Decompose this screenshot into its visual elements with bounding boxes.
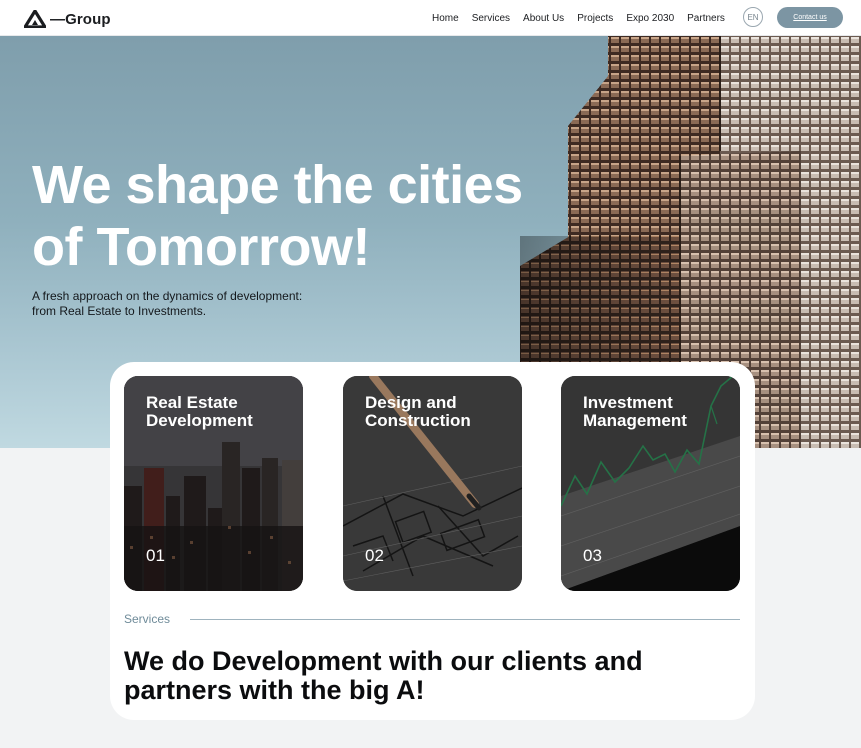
hero-title-line-2: of Tomorrow! bbox=[32, 217, 370, 277]
nav-services[interactable]: Services bbox=[472, 13, 510, 24]
contact-us-button[interactable]: Contact us bbox=[777, 7, 843, 28]
hero-title: We shape the cities of Tomorrow! bbox=[32, 154, 572, 278]
services-headline: We do Development with our clients and p… bbox=[124, 647, 724, 705]
site-header: —Group Home Services About Us Projects E… bbox=[0, 0, 861, 36]
hero-subtitle-line-1: A fresh approach on the dynamics of deve… bbox=[32, 289, 303, 303]
service-card-design-construction[interactable]: Design and Construction 02 bbox=[343, 376, 522, 591]
service-card-real-estate[interactable]: Real Estate Development 01 bbox=[124, 376, 303, 591]
card-title: Design and Construction bbox=[365, 394, 515, 430]
hero-subtitle: A fresh approach on the dynamics of deve… bbox=[32, 289, 372, 319]
services-headline-line-2: partners with the big A! bbox=[124, 675, 425, 705]
main-nav: Home Services About Us Projects Expo 203… bbox=[432, 0, 738, 36]
hero-subtitle-line-2: from Real Estate to Investments. bbox=[32, 304, 207, 318]
card-number: 03 bbox=[583, 546, 602, 565]
card-title-line-1: Real Estate bbox=[146, 393, 238, 412]
nav-about-us[interactable]: About Us bbox=[523, 13, 564, 24]
card-title-line-2: Development bbox=[146, 411, 253, 430]
services-panel: Real Estate Development 01 Design and Co… bbox=[110, 362, 755, 720]
card-title-line-2: Management bbox=[583, 411, 687, 430]
card-title-line-2: Construction bbox=[365, 411, 471, 430]
service-card-investment[interactable]: Investment Management 03 bbox=[561, 376, 740, 591]
card-title: Investment Management bbox=[583, 394, 733, 430]
card-title-line-1: Investment bbox=[583, 393, 673, 412]
services-section-label: Services bbox=[124, 612, 171, 626]
services-headline-line-1: We do Development with our clients and bbox=[124, 646, 643, 676]
logo[interactable]: —Group bbox=[24, 9, 111, 29]
card-number: 01 bbox=[146, 546, 165, 565]
nav-projects[interactable]: Projects bbox=[577, 13, 613, 24]
logo-triangle-icon bbox=[24, 10, 46, 28]
language-selector[interactable]: EN bbox=[743, 7, 763, 27]
card-title: Real Estate Development bbox=[146, 394, 296, 430]
services-divider bbox=[190, 619, 740, 620]
card-number: 02 bbox=[365, 546, 384, 565]
card-title-line-1: Design and bbox=[365, 393, 457, 412]
nav-partners[interactable]: Partners bbox=[687, 13, 725, 24]
hero-title-line-1: We shape the cities bbox=[32, 155, 523, 215]
nav-home[interactable]: Home bbox=[432, 13, 459, 24]
logo-text: —Group bbox=[50, 10, 111, 28]
nav-expo-2030[interactable]: Expo 2030 bbox=[626, 13, 674, 24]
